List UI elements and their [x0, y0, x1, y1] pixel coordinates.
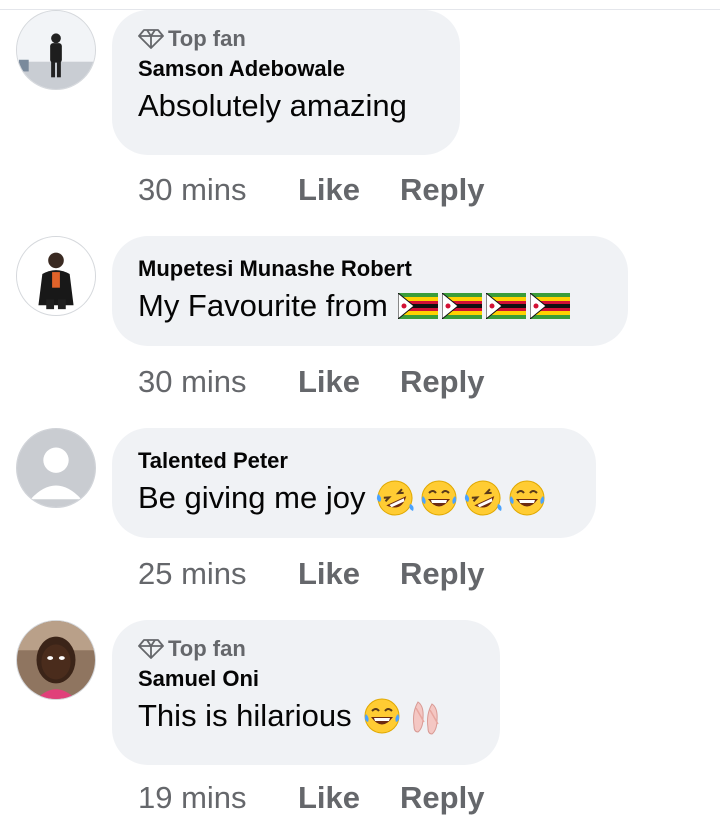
- zimbabwe-flag-icon: [485, 293, 526, 319]
- like-button[interactable]: Like: [298, 172, 360, 208]
- emoji-row: [375, 478, 547, 518]
- ballet-shoes-icon: [412, 701, 439, 735]
- diamond-icon: [138, 28, 164, 50]
- comment-timestamp: 30 mins: [138, 172, 247, 207]
- comment-bubble: Mupetesi Munashe Robert My Favourite fro…: [112, 236, 628, 346]
- comment-timestamp: 19 mins: [138, 780, 247, 815]
- avatar[interactable]: [16, 236, 96, 316]
- avatar[interactable]: [16, 620, 96, 700]
- zimbabwe-flag-icon: [397, 293, 438, 319]
- badge-label: Top fan: [168, 26, 246, 51]
- reply-button[interactable]: Reply: [400, 172, 484, 208]
- comment-text: Be giving me joy: [138, 478, 570, 518]
- comment-bubble: Talented Peter Be giving me joy: [112, 428, 596, 538]
- tears-of-joy-icon: [509, 480, 545, 516]
- zimbabwe-flag-icon: [441, 293, 482, 319]
- comment-bubble: Top fan Samuel Oni This is hilarious: [112, 620, 500, 765]
- comment-author[interactable]: Talented Peter: [138, 446, 570, 476]
- comment-actions: 19 mins Like Reply: [138, 778, 524, 818]
- comment-text-content: My Favourite from: [138, 288, 388, 323]
- rolling-laughing-icon: [377, 480, 415, 516]
- diamond-icon: [138, 638, 164, 660]
- rolling-laughing-icon: [465, 480, 503, 516]
- comment-author[interactable]: Mupetesi Munashe Robert: [138, 254, 602, 284]
- reply-button[interactable]: Reply: [400, 780, 484, 816]
- tears-of-joy-icon: [364, 698, 400, 734]
- zimbabwe-flag-icon: [529, 293, 570, 319]
- comment-actions: 30 mins Like Reply: [138, 362, 524, 402]
- emoji-row: [362, 696, 446, 736]
- comment-text: Absolutely amazing: [138, 86, 434, 126]
- comment-text-content: This is hilarious: [138, 698, 352, 733]
- comment-text-content: Absolutely amazing: [138, 88, 407, 123]
- like-button[interactable]: Like: [298, 780, 360, 816]
- tears-of-joy-icon: [421, 480, 457, 516]
- comment-text-content: Be giving me joy: [138, 480, 366, 515]
- avatar[interactable]: [16, 10, 96, 90]
- comment-actions: 25 mins Like Reply: [138, 554, 524, 594]
- like-button[interactable]: Like: [298, 556, 360, 592]
- comment-text: This is hilarious: [138, 696, 474, 736]
- comment-author[interactable]: Samson Adebowale: [138, 54, 434, 84]
- comment-author[interactable]: Samuel Oni: [138, 664, 474, 694]
- reply-button[interactable]: Reply: [400, 364, 484, 400]
- badge-label: Top fan: [168, 636, 246, 661]
- like-button[interactable]: Like: [298, 364, 360, 400]
- emoji-row: [397, 293, 570, 319]
- avatar[interactable]: [16, 428, 96, 508]
- top-fan-badge: Top fan: [138, 634, 474, 664]
- reply-button[interactable]: Reply: [400, 556, 484, 592]
- comment-text: My Favourite from: [138, 286, 602, 326]
- comment-timestamp: 30 mins: [138, 364, 247, 399]
- comment-actions: 30 mins Like Reply: [138, 170, 524, 210]
- comment-timestamp: 25 mins: [138, 556, 247, 591]
- top-fan-badge: Top fan: [138, 24, 434, 54]
- comment-bubble: Top fan Samson Adebowale Absolutely amaz…: [112, 10, 460, 155]
